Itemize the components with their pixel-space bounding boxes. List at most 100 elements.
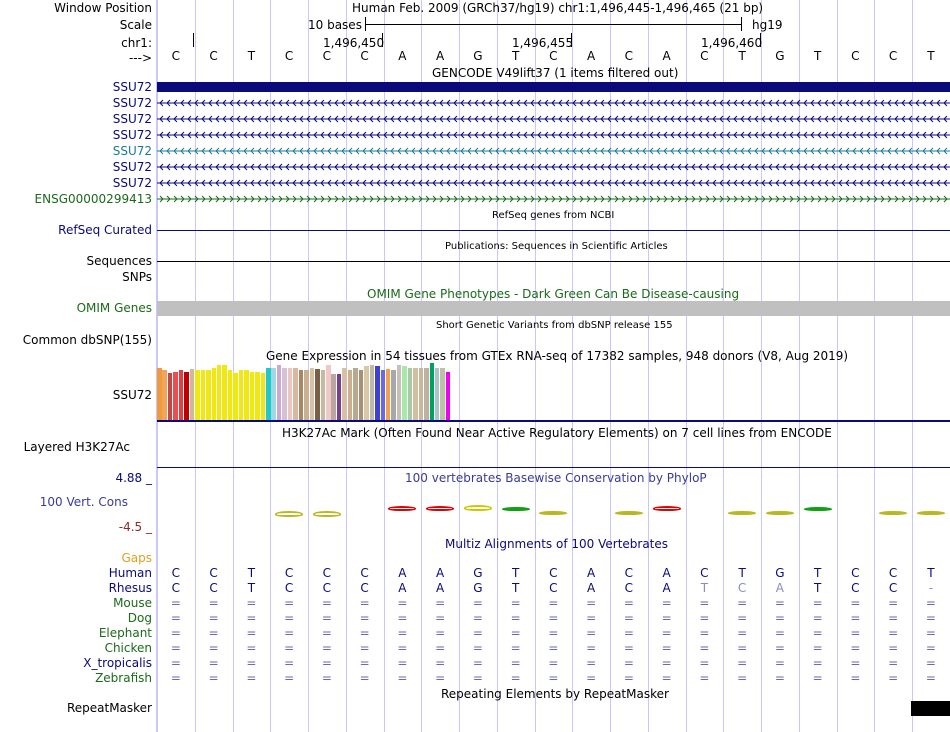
gtex-tissue-bar[interactable] — [157, 368, 162, 420]
gtex-tissue-bar[interactable] — [249, 372, 255, 420]
gtex-tissue-bar[interactable] — [184, 372, 189, 420]
gtex-tissue-bar[interactable] — [342, 368, 347, 420]
gencode-transcript-label[interactable]: ENSG00000299413 — [35, 192, 152, 206]
gtex-tissue-bar[interactable] — [429, 363, 434, 420]
refseq-gene-line[interactable] — [157, 230, 950, 231]
gtex-tissue-bar[interactable] — [216, 365, 222, 420]
gtex-tissue-bar[interactable] — [260, 373, 266, 420]
gtex-tissue-bar[interactable] — [293, 368, 298, 420]
gtex-tissue-bar[interactable] — [211, 368, 216, 420]
gtex-tissue-bar[interactable] — [331, 374, 336, 420]
gtex-tissue-bar[interactable] — [162, 370, 167, 420]
omim-gene-bar[interactable] — [157, 301, 950, 316]
gtex-tissue-bar[interactable] — [244, 370, 249, 420]
phylop-base-glyph[interactable] — [916, 511, 945, 515]
phylop-base-glyph[interactable] — [652, 506, 681, 511]
gencode-transcript-feature[interactable] — [157, 81, 950, 93]
gtex-tissue-bar[interactable] — [276, 365, 282, 420]
phylop-base-glyph[interactable] — [501, 507, 530, 511]
phylop-base-glyph[interactable] — [765, 511, 794, 515]
gtex-tissue-bar[interactable] — [336, 374, 342, 420]
gtex-tissue-bar[interactable] — [407, 368, 413, 420]
phylop-base-glyph[interactable] — [539, 511, 568, 515]
gtex-tissue-bar[interactable] — [385, 369, 391, 420]
gencode-transcript-label[interactable]: SSU72 — [113, 80, 152, 94]
gtex-tissue-bar[interactable] — [380, 370, 385, 420]
gtex-tissue-bar[interactable] — [375, 366, 380, 420]
gtex-tissue-bar[interactable] — [233, 373, 238, 420]
phylop-base-glyph[interactable] — [275, 511, 304, 517]
gtex-tissue-bar[interactable] — [282, 368, 287, 420]
gencode-transcript-feature[interactable] — [157, 161, 950, 173]
gtex-tissue-bar[interactable] — [358, 370, 364, 420]
gencode-transcript-label[interactable]: SSU72 — [113, 144, 152, 158]
refseq-track-label[interactable]: RefSeq Curated — [58, 223, 152, 237]
gtex-tissue-bar[interactable] — [413, 368, 418, 420]
gencode-transcript-feature[interactable] — [157, 193, 950, 205]
gtex-tissue-bar[interactable] — [320, 370, 325, 420]
gtex-tissue-bar[interactable] — [445, 372, 451, 420]
gtex-tissue-bar[interactable] — [206, 370, 211, 420]
gencode-transcript-feature[interactable] — [157, 129, 950, 141]
multiz-species-label[interactable]: Rhesus — [109, 581, 152, 595]
gencode-transcript-label[interactable]: SSU72 — [113, 112, 152, 126]
multiz-species-label[interactable]: Elephant — [99, 626, 152, 640]
gtex-tissue-bar[interactable] — [195, 370, 200, 420]
phylop-base-glyph[interactable] — [728, 511, 757, 515]
sequences-line[interactable] — [157, 261, 950, 262]
gtex-tissue-bar[interactable] — [326, 365, 331, 420]
gencode-transcript-feature[interactable] — [157, 177, 950, 189]
gtex-tissue-bar[interactable] — [434, 368, 440, 420]
gtex-tissue-bar[interactable] — [287, 368, 293, 420]
multiz-species-label[interactable]: Mouse — [113, 596, 152, 610]
multiz-species-label[interactable]: X_tropicalis — [83, 656, 152, 670]
gtex-tissue-bar[interactable] — [315, 369, 320, 420]
multiz-species-label[interactable]: Zebrafish — [95, 671, 152, 685]
phylop-base-glyph[interactable] — [463, 505, 492, 511]
snps-track-label[interactable]: SNPs — [122, 270, 152, 284]
gencode-transcript-feature[interactable] — [157, 113, 950, 125]
gtex-tissue-bar[interactable] — [266, 368, 271, 420]
gtex-tissue-bar[interactable] — [440, 368, 445, 420]
gtex-tissue-bar[interactable] — [167, 373, 173, 420]
gencode-transcript-label[interactable]: SSU72 — [113, 96, 152, 110]
gencode-transcript-feature[interactable] — [157, 145, 950, 157]
gtex-tissue-bar[interactable] — [369, 365, 375, 420]
gtex-tissue-bar[interactable] — [271, 368, 276, 420]
gtex-tissue-bar[interactable] — [238, 370, 244, 420]
gencode-transcript-label[interactable]: SSU72 — [113, 176, 152, 190]
gtex-tissue-bar[interactable] — [200, 370, 206, 420]
phylop-base-glyph[interactable] — [426, 506, 455, 511]
gtex-tissue-bar[interactable] — [418, 368, 424, 420]
gtex-tissue-bar[interactable] — [304, 370, 309, 420]
phylop-base-glyph[interactable] — [312, 511, 341, 517]
gtex-tissue-bar[interactable] — [424, 368, 429, 420]
gtex-tissue-bar[interactable] — [364, 366, 369, 420]
gencode-transcript-label[interactable]: SSU72 — [113, 160, 152, 174]
phylop-base-glyph[interactable] — [803, 507, 832, 511]
gtex-tissue-bar[interactable] — [173, 372, 178, 420]
multiz-species-label[interactable]: Human — [109, 566, 152, 580]
gtex-tissue-bar[interactable] — [222, 365, 227, 420]
omim-track-label[interactable]: OMIM Genes — [77, 301, 152, 315]
gtex-tissue-bar[interactable] — [298, 370, 304, 420]
phylop-base-glyph[interactable] — [879, 511, 908, 515]
gtex-tissue-bar[interactable] — [353, 368, 358, 420]
multiz-species-label[interactable]: Dog — [128, 611, 152, 625]
repeatmasker-element[interactable] — [911, 701, 950, 716]
dbsnp-track-label[interactable]: Common dbSNP(155) — [23, 333, 152, 347]
gtex-tissue-bar[interactable] — [309, 368, 315, 420]
gtex-tissue-bar[interactable] — [255, 372, 260, 420]
repeatmasker-track-label[interactable]: RepeatMasker — [67, 701, 152, 715]
gtex-tissue-bar[interactable] — [227, 370, 233, 420]
sequences-track-label[interactable]: Sequences — [87, 254, 152, 268]
phylop-base-glyph[interactable] — [388, 506, 417, 511]
phylop-base-glyph[interactable] — [614, 511, 643, 515]
gencode-transcript-feature[interactable] — [157, 97, 950, 109]
gtex-tissue-bar[interactable] — [396, 365, 402, 420]
gtex-tissue-bar[interactable] — [189, 369, 195, 420]
gtex-tissue-bar[interactable] — [347, 370, 353, 420]
h3k27ac-track-label[interactable]: Layered H3K27Ac — [24, 440, 130, 454]
phylop-track-label[interactable]: 100 Vert. Cons — [40, 495, 128, 509]
gencode-transcript-label[interactable]: SSU72 — [113, 128, 152, 142]
